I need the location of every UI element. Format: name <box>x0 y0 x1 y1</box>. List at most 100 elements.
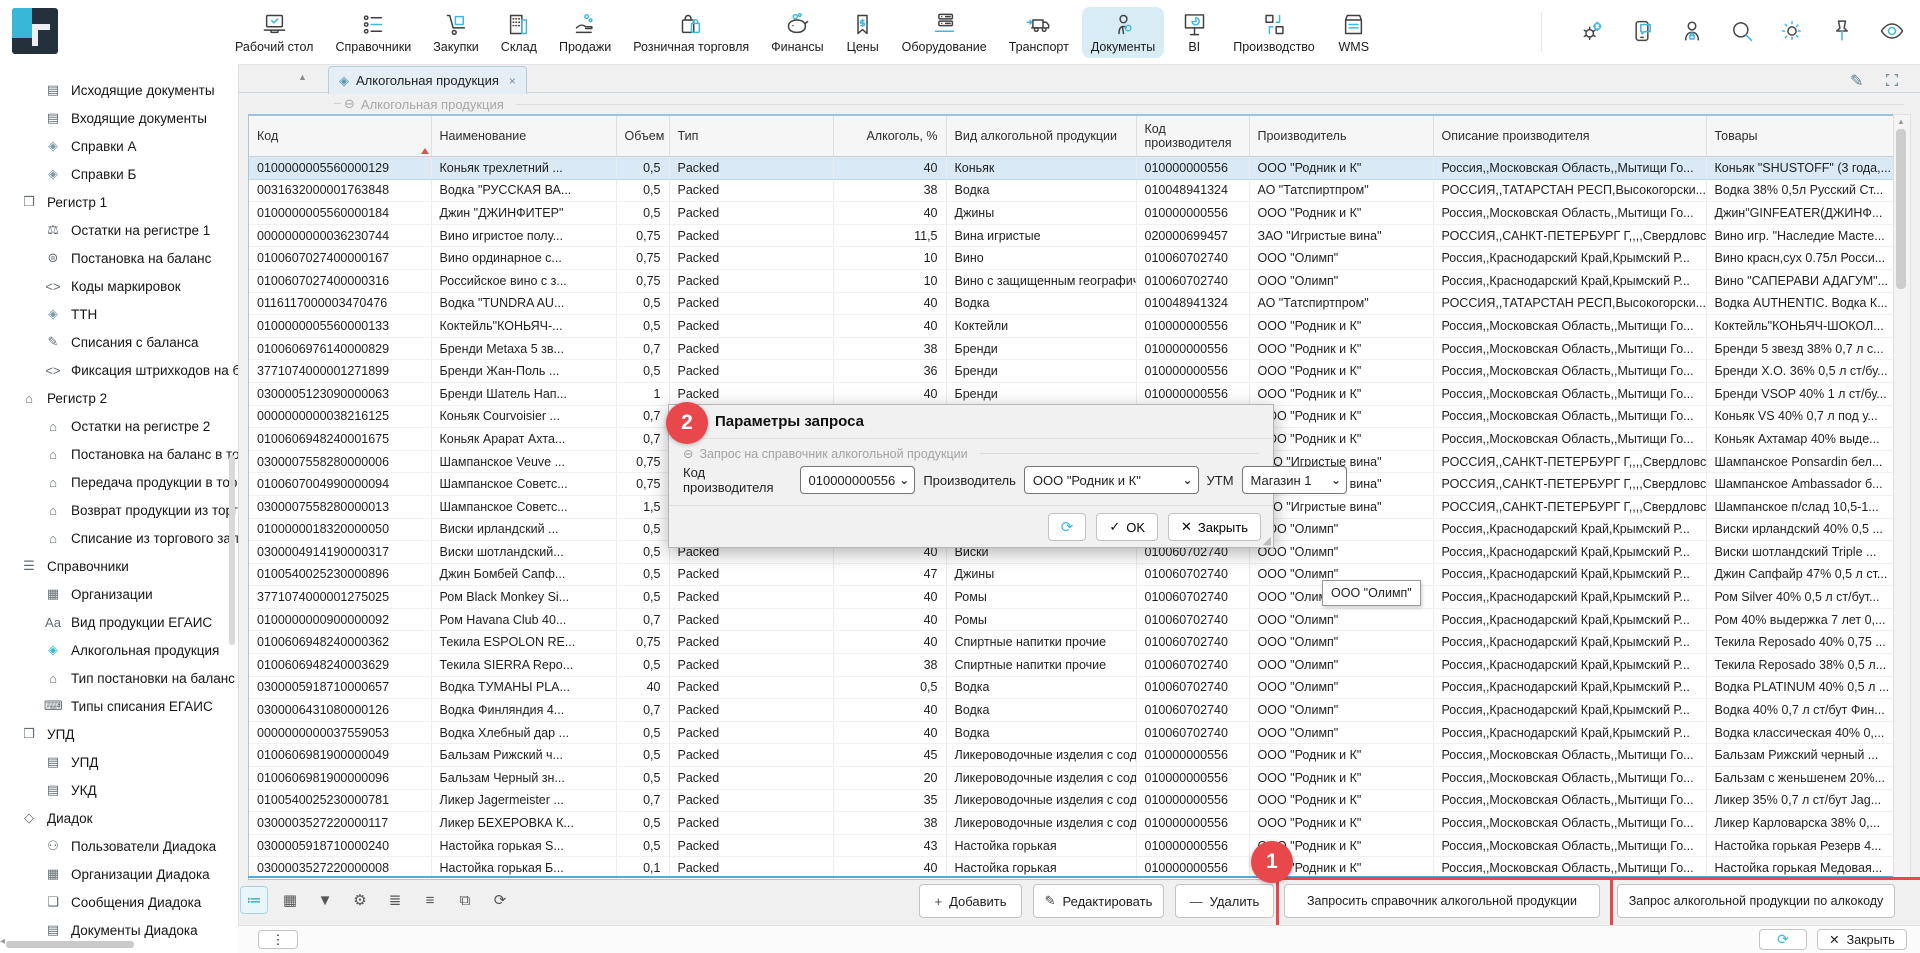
pin-icon[interactable] <box>1828 17 1856 45</box>
table-row[interactable]: 0100540025230000781Ликер Jagermeister ..… <box>249 789 1894 812</box>
column-header[interactable]: Объем <box>616 116 669 157</box>
close-button[interactable]: ✕ Закрыть <box>1817 929 1907 950</box>
sidebar-item[interactable]: ⚇Пользователи Диадока <box>0 832 238 860</box>
sidebar-item[interactable]: AaВид продукции ЕГАИС <box>0 608 238 636</box>
numbered-list-icon[interactable]: ≣ <box>382 887 408 913</box>
sidebar-item[interactable]: <>Коды маркировок <box>0 272 238 300</box>
sidebar-item[interactable]: ⌂Списание из торгового зал <box>0 524 238 552</box>
table-row[interactable]: 0100000005560000133Коктейль"КОНЬЯЧ-...0,… <box>249 315 1894 338</box>
sidebar-item[interactable]: ☰Справочники <box>0 552 238 580</box>
list-view-icon[interactable]: ≔ <box>240 886 268 914</box>
menu-item-6[interactable]: Розничная торговля <box>624 7 758 58</box>
tab-alcohol-products[interactable]: ◈ Алкогольная продукция × <box>328 66 527 94</box>
table-row[interactable]: 3771074000001275025Ром Black Monkey Si..… <box>249 586 1894 609</box>
utm-select[interactable]: Магазин 1 ⌄ <box>1242 466 1348 494</box>
menu-item-2[interactable]: Справочники <box>326 7 420 58</box>
menu-item-8[interactable]: Цены <box>837 7 889 58</box>
table-row[interactable]: 0100607027400000316Российское вино с з..… <box>249 269 1894 292</box>
dialog-ok-button[interactable]: ✓ OK <box>1096 513 1158 541</box>
sidebar-item[interactable]: ◇Диадок <box>0 804 238 832</box>
fullscreen-icon[interactable] <box>1884 72 1900 93</box>
sidebar-horizontal-scrollbar[interactable] <box>6 941 134 948</box>
dialog-close-button[interactable]: ✕ Закрыть <box>1168 513 1261 541</box>
sidebar-item[interactable]: <>Фиксация штрихкодов на б <box>0 356 238 384</box>
more-options-button[interactable]: ⋮ <box>258 930 298 949</box>
table-row[interactable]: 0100000000900000092Ром Havana Club 40...… <box>249 608 1894 631</box>
table-row[interactable]: 0000000000037559053Водка Хлебный дар ...… <box>249 721 1894 744</box>
request-by-alcocode-button[interactable]: Запрос алкогольной продукции по алкокоду <box>1617 884 1895 918</box>
column-header[interactable]: Описание производителя <box>1433 116 1706 157</box>
delete-button[interactable]: — Удалить <box>1175 884 1274 918</box>
table-vertical-scrollbar[interactable]: ▲ <box>1893 114 1911 879</box>
edit-pencil-icon[interactable]: ✎ <box>1850 71 1863 91</box>
collapse-arrow-icon[interactable]: ▲ <box>298 72 307 82</box>
sidebar-item[interactable]: ◈ТТН <box>0 300 238 328</box>
sidebar-item[interactable]: ▦Организации Диадока <box>0 860 238 888</box>
table-row[interactable]: 0031632000001763848Водка "РУССКАЯ ВА...0… <box>249 179 1894 202</box>
menu-item-14[interactable]: WMS <box>1328 7 1380 58</box>
resize-grip[interactable]: ◢ <box>1263 534 1271 547</box>
refresh-button[interactable]: ⟳ <box>1759 929 1807 950</box>
table-row[interactable]: 0116117000003470476Водка "TUNDRA AU...0,… <box>249 292 1894 315</box>
table-row[interactable]: 0300003527220000117Ликер БЕХЕРОВКА К...0… <box>249 812 1894 835</box>
sidebar-item[interactable]: ⌂Регистр 2 <box>0 384 238 412</box>
menu-item-5[interactable]: Продажи <box>550 7 620 58</box>
sidebar-item[interactable]: ⚖Остатки на регистре 1 <box>0 216 238 244</box>
sidebar-item[interactable]: ❒Регистр 1 <box>0 188 238 216</box>
filter-icon[interactable]: ▼ <box>312 887 338 913</box>
table-row[interactable]: 0300005918710000240Настойка горькая S...… <box>249 834 1894 857</box>
profile-lock-icon[interactable] <box>1678 17 1706 45</box>
table-row[interactable]: 0100606948240003629Текила SIERRA Repo...… <box>249 654 1894 677</box>
settings-icon[interactable] <box>1578 17 1606 45</box>
column-header[interactable]: Наименование <box>431 116 616 157</box>
refresh-icon[interactable]: ⟳ <box>487 887 513 913</box>
export-icon[interactable]: ⧉ <box>452 887 478 913</box>
scroll-up-arrow[interactable]: ▲ <box>1897 117 1905 126</box>
sidebar-vertical-scrollbar[interactable] <box>229 455 235 645</box>
table-row[interactable]: 0100000005560000184Джин "ДЖИНФИТЕР"0,5Pa… <box>249 202 1894 225</box>
sidebar-item[interactable]: ▤УПД <box>0 748 238 776</box>
sidebar-scroll-left-arrow[interactable]: ◂ <box>0 936 5 947</box>
collapse-circle-icon[interactable]: ⊖ <box>683 446 693 461</box>
menu-item-3[interactable]: Закупки <box>424 7 488 58</box>
column-header[interactable]: Производитель <box>1249 116 1433 157</box>
menu-item-10[interactable]: Транспорт <box>1000 7 1078 58</box>
column-header[interactable]: Товары <box>1706 116 1894 157</box>
sidebar-item[interactable]: ⌂Остатки на регистре 2 <box>0 412 238 440</box>
sidebar-item[interactable]: ⌂Передача продукции в тор <box>0 468 238 496</box>
brightness-icon[interactable] <box>1778 17 1806 45</box>
indent-list-icon[interactable]: ≡ <box>417 887 443 913</box>
sidebar-item[interactable]: ◈Справки А <box>0 132 238 160</box>
sidebar-item[interactable]: ⌨Типы списания ЕГАИС <box>0 692 238 720</box>
column-header[interactable]: Код <box>249 116 431 157</box>
table-row[interactable]: 0300006431080000126Водка Финляндия 4...0… <box>249 699 1894 722</box>
edit-button[interactable]: ✎ Редактировать <box>1033 884 1164 918</box>
collapse-circle-icon[interactable]: ⊖ <box>344 96 355 112</box>
menu-item-7[interactable]: Финансы <box>762 7 832 58</box>
sidebar-item[interactable]: ▤Исходящие документы <box>0 76 238 104</box>
table-row[interactable]: 0300005123090000063Бренди Шатель Нап...1… <box>249 382 1894 405</box>
table-row[interactable]: 0100606981900000049Бальзам Рижский ч...0… <box>249 744 1894 767</box>
sidebar-item[interactable]: ◈Справки Б <box>0 160 238 188</box>
producer-select[interactable]: ООО "Родник и К" ⌄ <box>1024 466 1199 494</box>
sidebar-item[interactable]: ▤Входящие документы <box>0 104 238 132</box>
menu-item-11[interactable]: Документы <box>1082 7 1164 58</box>
sidebar-item[interactable]: ⌂Постановка на баланс в тор <box>0 440 238 468</box>
column-header[interactable]: Алкоголь, % <box>833 116 946 157</box>
column-header[interactable]: Тип <box>669 116 833 157</box>
scrollbar-thumb[interactable] <box>1896 129 1906 289</box>
table-row[interactable]: 0100607027400000167Вино ординарное с...0… <box>249 247 1894 270</box>
sidebar-item[interactable]: ⊜Постановка на баланс <box>0 244 238 272</box>
menu-item-4[interactable]: Склад <box>492 7 546 58</box>
menu-item-13[interactable]: Производство <box>1224 7 1324 58</box>
gear-icon[interactable]: ⚙ <box>347 887 373 913</box>
sidebar-item[interactable]: ⌂Тип постановки на баланс i <box>0 664 238 692</box>
tab-close-icon[interactable]: × <box>509 74 516 88</box>
table-row[interactable]: 0100540025230000896Джин Бомбей Сапф...0,… <box>249 563 1894 586</box>
add-button[interactable]: + Добавить <box>919 884 1022 918</box>
sidebar-item[interactable]: ✎Списания с баланса <box>0 328 238 356</box>
dialog-refresh-button[interactable]: ⟳ <box>1048 513 1087 541</box>
grid-view-icon[interactable]: ▦ <box>277 887 303 913</box>
table-row[interactable]: 0300005918710000657Водка ТУМАНЫ PLA...40… <box>249 676 1894 699</box>
column-header[interactable]: Код производителя <box>1136 116 1249 157</box>
